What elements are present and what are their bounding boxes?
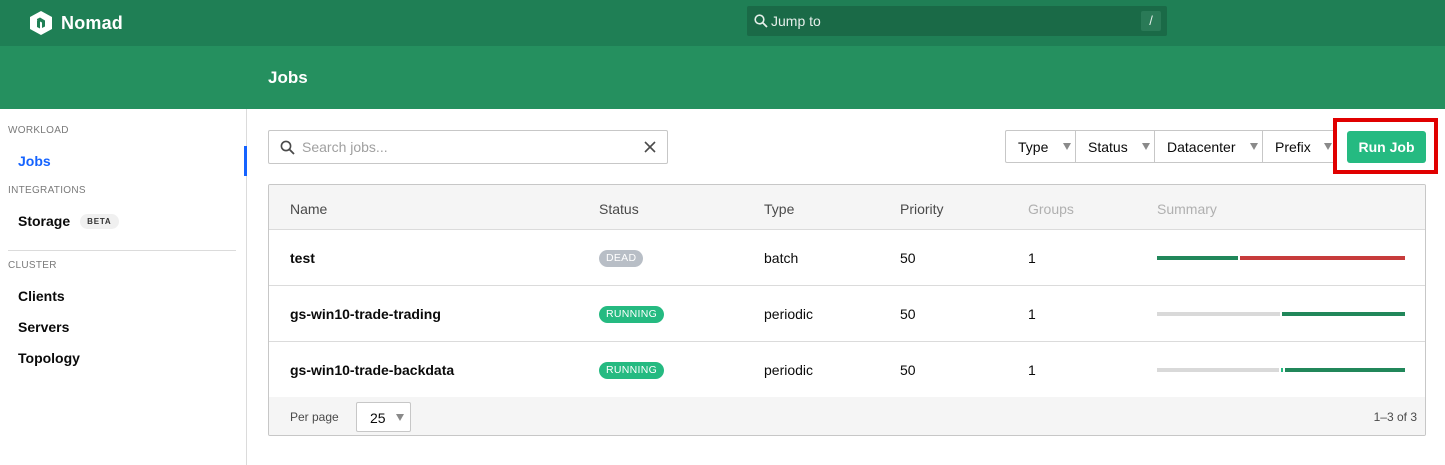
sidebar-item-servers[interactable]: Servers: [18, 319, 69, 335]
beta-badge: BETA: [80, 214, 119, 229]
sidebar-item-jobs[interactable]: Jobs: [18, 153, 51, 169]
job-type: batch: [764, 250, 799, 266]
summary-segment-running: [1285, 368, 1405, 372]
pagination-range: 1–3 of 3: [1373, 410, 1417, 424]
sidebar-section-integrations: INTEGRATIONS: [8, 185, 86, 196]
status-badge: DEAD: [599, 250, 644, 267]
jump-to-placeholder: Jump to: [771, 13, 821, 29]
filter-status[interactable]: Status: [1076, 131, 1155, 162]
sidebar-item-label: Storage: [18, 213, 71, 229]
sidebar-item-storage[interactable]: Storage BETA: [18, 213, 119, 229]
status-badge: RUNNING: [599, 362, 665, 379]
job-search: [268, 130, 668, 164]
filter-label: Prefix: [1275, 138, 1311, 155]
filter-group: Type Status Datacenter Prefix: [1005, 130, 1337, 163]
column-header-groups: Groups: [1028, 201, 1074, 217]
table-footer: Per page 25 1–3 of 3: [269, 397, 1425, 435]
status-badge: RUNNING: [599, 306, 665, 323]
filter-label: Type: [1018, 138, 1049, 155]
per-page-select[interactable]: 25: [356, 402, 411, 432]
jump-to-search[interactable]: Jump to /: [747, 6, 1167, 36]
job-groups: 1: [1028, 306, 1036, 322]
sidebar-item-topology[interactable]: Topology: [18, 350, 80, 366]
sidebar-section-cluster: CLUSTER: [8, 260, 57, 271]
top-nav-bar: Nomad Jump to /: [0, 0, 1445, 46]
filter-prefix[interactable]: Prefix: [1263, 131, 1336, 162]
table-row[interactable]: gs-win10-trade-trading RUNNING periodic …: [269, 286, 1425, 342]
summary-segment-starting: [1281, 368, 1283, 372]
column-header-status[interactable]: Status: [599, 201, 639, 217]
filter-type[interactable]: Type: [1006, 131, 1076, 162]
search-icon: [754, 14, 768, 28]
job-groups: 1: [1028, 362, 1036, 378]
jobs-table: Name Status Type Priority Groups Summary…: [268, 184, 1426, 436]
per-page-label: Per page: [290, 410, 339, 424]
job-priority: 50: [900, 362, 916, 378]
chevron-down-icon: [1324, 143, 1332, 150]
job-priority: 50: [900, 306, 916, 322]
allocation-summary-bar: [1157, 256, 1405, 260]
job-type: periodic: [764, 362, 814, 378]
filter-datacenter[interactable]: Datacenter: [1155, 131, 1263, 162]
shortcut-key: /: [1141, 11, 1161, 31]
per-page-value: 25: [370, 410, 386, 426]
job-name-link[interactable]: test: [290, 250, 315, 266]
job-priority: 50: [900, 250, 916, 266]
column-header-type[interactable]: Type: [764, 201, 794, 217]
sidebar-item-clients[interactable]: Clients: [18, 288, 65, 304]
sidebar: WORKLOAD Jobs INTEGRATIONS Storage BETA C…: [0, 109, 247, 465]
search-icon: [280, 140, 295, 155]
summary-segment-running: [1282, 312, 1405, 316]
column-header-name[interactable]: Name: [290, 201, 327, 217]
chevron-down-icon: [1063, 143, 1071, 150]
sidebar-section-workload: WORKLOAD: [8, 125, 69, 136]
chevron-down-icon: [396, 414, 404, 421]
table-header: Name Status Type Priority Groups Summary: [269, 185, 1425, 230]
filter-label: Datacenter: [1167, 138, 1236, 155]
job-name-link[interactable]: gs-win10-trade-backdata: [290, 362, 454, 378]
allocation-summary-bar: [1157, 368, 1405, 372]
table-row[interactable]: gs-win10-trade-backdata RUNNING periodic…: [269, 342, 1425, 398]
run-job-button[interactable]: Run Job: [1347, 131, 1426, 163]
active-indicator: [244, 146, 247, 176]
column-header-summary: Summary: [1157, 201, 1217, 217]
filter-label: Status: [1088, 138, 1128, 155]
column-header-priority[interactable]: Priority: [900, 201, 944, 217]
job-type: periodic: [764, 306, 814, 322]
close-icon[interactable]: [643, 140, 657, 154]
search-input[interactable]: [302, 139, 622, 155]
sidebar-divider: [8, 250, 236, 251]
table-row[interactable]: test DEAD batch 50 1: [269, 230, 1425, 286]
job-groups: 1: [1028, 250, 1036, 266]
page-header: Jobs: [0, 46, 1445, 109]
summary-segment-queued: [1157, 312, 1280, 316]
nomad-logo-icon: [30, 11, 52, 35]
summary-segment-complete: [1157, 256, 1238, 260]
page-title: Jobs: [268, 68, 308, 87]
brand[interactable]: Nomad: [30, 10, 123, 36]
brand-name: Nomad: [61, 12, 124, 33]
chevron-down-icon: [1250, 143, 1258, 150]
job-name-link[interactable]: gs-win10-trade-trading: [290, 306, 441, 322]
summary-segment-queued: [1157, 368, 1279, 372]
chevron-down-icon: [1142, 143, 1150, 150]
summary-segment-failed: [1240, 256, 1405, 260]
allocation-summary-bar: [1157, 312, 1405, 316]
